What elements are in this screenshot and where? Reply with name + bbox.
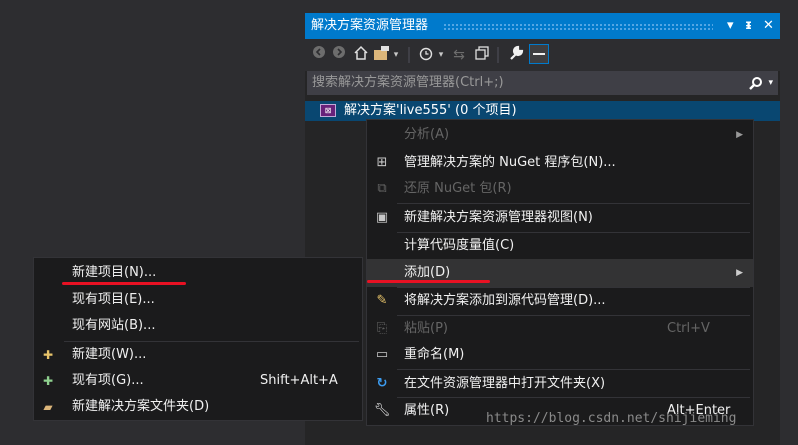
menu-item-label: 属性(R) — [404, 403, 450, 418]
watermark: https://blog.csdn.net/shijieming — [486, 411, 737, 426]
menu-item-restore-nuget[interactable]: ⧉ 还原 NuGet 包(R) — [367, 175, 753, 203]
context-menu: 分析(A) ▶ ⊞ 管理解决方案的 NuGet 程序包(N)... ⧉ 还原 N… — [366, 119, 754, 426]
vs-solution-icon: ⊠ — [320, 104, 336, 117]
menu-item-shortcut: Ctrl+V — [667, 321, 710, 336]
restore-icon: ⧉ — [377, 181, 387, 196]
search-input[interactable]: 搜索解决方案资源管理器(Ctrl+;) ▾ — [307, 71, 778, 95]
menu-item-label: 粘贴(P) — [404, 321, 448, 336]
submenu-item-new-solution-folder[interactable]: ▰ 新建解决方案文件夹(D) — [34, 394, 362, 420]
pending-changes-dropdown-icon[interactable]: ▾ — [436, 45, 446, 65]
forward-icon[interactable] — [331, 45, 347, 65]
rename-icon: ▭ — [375, 347, 389, 362]
submenu-arrow-icon: ▶ — [736, 268, 743, 278]
switch-views-dropdown-icon[interactable]: ▾ — [391, 45, 401, 65]
toolbar-separator — [408, 47, 410, 63]
panel-title-bar[interactable]: 解决方案资源管理器 ▾ ᵻ ✕ — [305, 13, 780, 39]
pin-icon[interactable]: ᵻ — [745, 13, 752, 39]
submenu-item-existing-item[interactable]: ✚ 现有项(G)... Shift+Alt+A — [34, 368, 362, 394]
toolbar-separator — [497, 47, 499, 63]
menu-item-manage-nuget[interactable]: ⊞ 管理解决方案的 NuGet 程序包(N)... — [367, 149, 753, 177]
search-icon[interactable] — [749, 72, 763, 94]
new-folder-icon: ▰ — [43, 400, 53, 414]
menu-item-label: 计算代码度量值(C) — [404, 238, 515, 253]
menu-item-label: 现有项目(E)... — [72, 292, 155, 307]
paste-icon: ⎘ — [376, 321, 388, 336]
collapse-all-icon[interactable] — [473, 45, 491, 65]
solution-label: 解决方案'live555' (0 个项目) — [344, 103, 517, 118]
submenu-arrow-icon: ▶ — [736, 130, 743, 140]
menu-item-rename[interactable]: ▭ 重命名(M) — [367, 341, 753, 369]
submenu-item-existing-website[interactable]: 现有网站(B)... — [34, 313, 362, 339]
menu-item-label: 现有项(G)... — [72, 373, 144, 388]
menu-item-label: 新建项(W)... — [72, 347, 147, 362]
preview-icon[interactable] — [529, 44, 549, 64]
add-submenu: 新建项目(N)... 现有项目(E)... 现有网站(B)... ✚ 新建项(W… — [33, 257, 363, 421]
properties-wrench-icon[interactable] — [506, 45, 526, 65]
new-view-icon: ▣ — [375, 210, 389, 225]
panel-toolbar: ▾ ▾ ⇆ — [305, 39, 780, 71]
menu-item-paste[interactable]: ⎘ 粘贴(P) Ctrl+V — [367, 315, 753, 343]
menu-item-add-to-source-control[interactable]: ✎ 将解决方案添加到源代码管理(D)... — [367, 287, 753, 315]
back-icon[interactable] — [311, 45, 327, 65]
tree-item-solution[interactable]: ⊠ 解决方案'live555' (0 个项目) — [305, 101, 780, 121]
existing-item-icon: ✚ — [42, 374, 54, 388]
switch-views-icon[interactable] — [373, 45, 391, 65]
menu-item-shortcut: Shift+Alt+A — [260, 373, 338, 388]
search-placeholder: 搜索解决方案资源管理器(Ctrl+;) — [312, 75, 504, 90]
menu-item-label: 新建解决方案文件夹(D) — [72, 399, 210, 414]
submenu-item-new-item[interactable]: ✚ 新建项(W)... — [34, 342, 362, 368]
menu-item-label: 新建解决方案资源管理器视图(N) — [404, 210, 593, 225]
source-control-icon: ✎ — [376, 293, 388, 308]
window-position-dropdown-icon[interactable]: ▾ — [727, 13, 734, 39]
close-icon[interactable]: ✕ — [763, 13, 774, 39]
menu-item-label: 还原 NuGet 包(R) — [404, 181, 512, 196]
pending-changes-icon[interactable] — [417, 45, 435, 65]
new-item-icon: ✚ — [42, 348, 54, 362]
sync-icon[interactable]: ⇆ — [450, 45, 468, 65]
annotation-underline — [62, 282, 186, 285]
nuget-icon: ⊞ — [376, 155, 388, 170]
menu-item-label: 管理解决方案的 NuGet 程序包(N)... — [404, 155, 616, 170]
menu-item-label: 重命名(M) — [404, 347, 465, 362]
menu-item-analyze[interactable]: 分析(A) ▶ — [367, 121, 753, 149]
home-icon[interactable] — [352, 45, 370, 65]
menu-item-label: 将解决方案添加到源代码管理(D)... — [404, 293, 606, 308]
annotation-underline — [367, 280, 490, 283]
title-bar-grip — [443, 23, 713, 30]
submenu-item-existing-project[interactable]: 现有项目(E)... — [34, 287, 362, 313]
search-options-dropdown-icon[interactable]: ▾ — [768, 72, 773, 94]
menu-item-open-in-explorer[interactable]: ↻ 在文件资源管理器中打开文件夹(X) — [367, 370, 753, 398]
menu-item-code-metrics[interactable]: 计算代码度量值(C) — [367, 232, 753, 260]
menu-item-label: 在文件资源管理器中打开文件夹(X) — [404, 376, 606, 391]
menu-item-new-explorer-view[interactable]: ▣ 新建解决方案资源管理器视图(N) — [367, 204, 753, 232]
open-folder-icon: ↻ — [376, 376, 388, 391]
menu-item-label: 分析(A) — [404, 127, 450, 142]
panel-title: 解决方案资源管理器 — [311, 18, 429, 33]
wrench-icon: 🔧︎ — [373, 403, 391, 418]
menu-item-label: 现有网站(B)... — [72, 318, 156, 333]
